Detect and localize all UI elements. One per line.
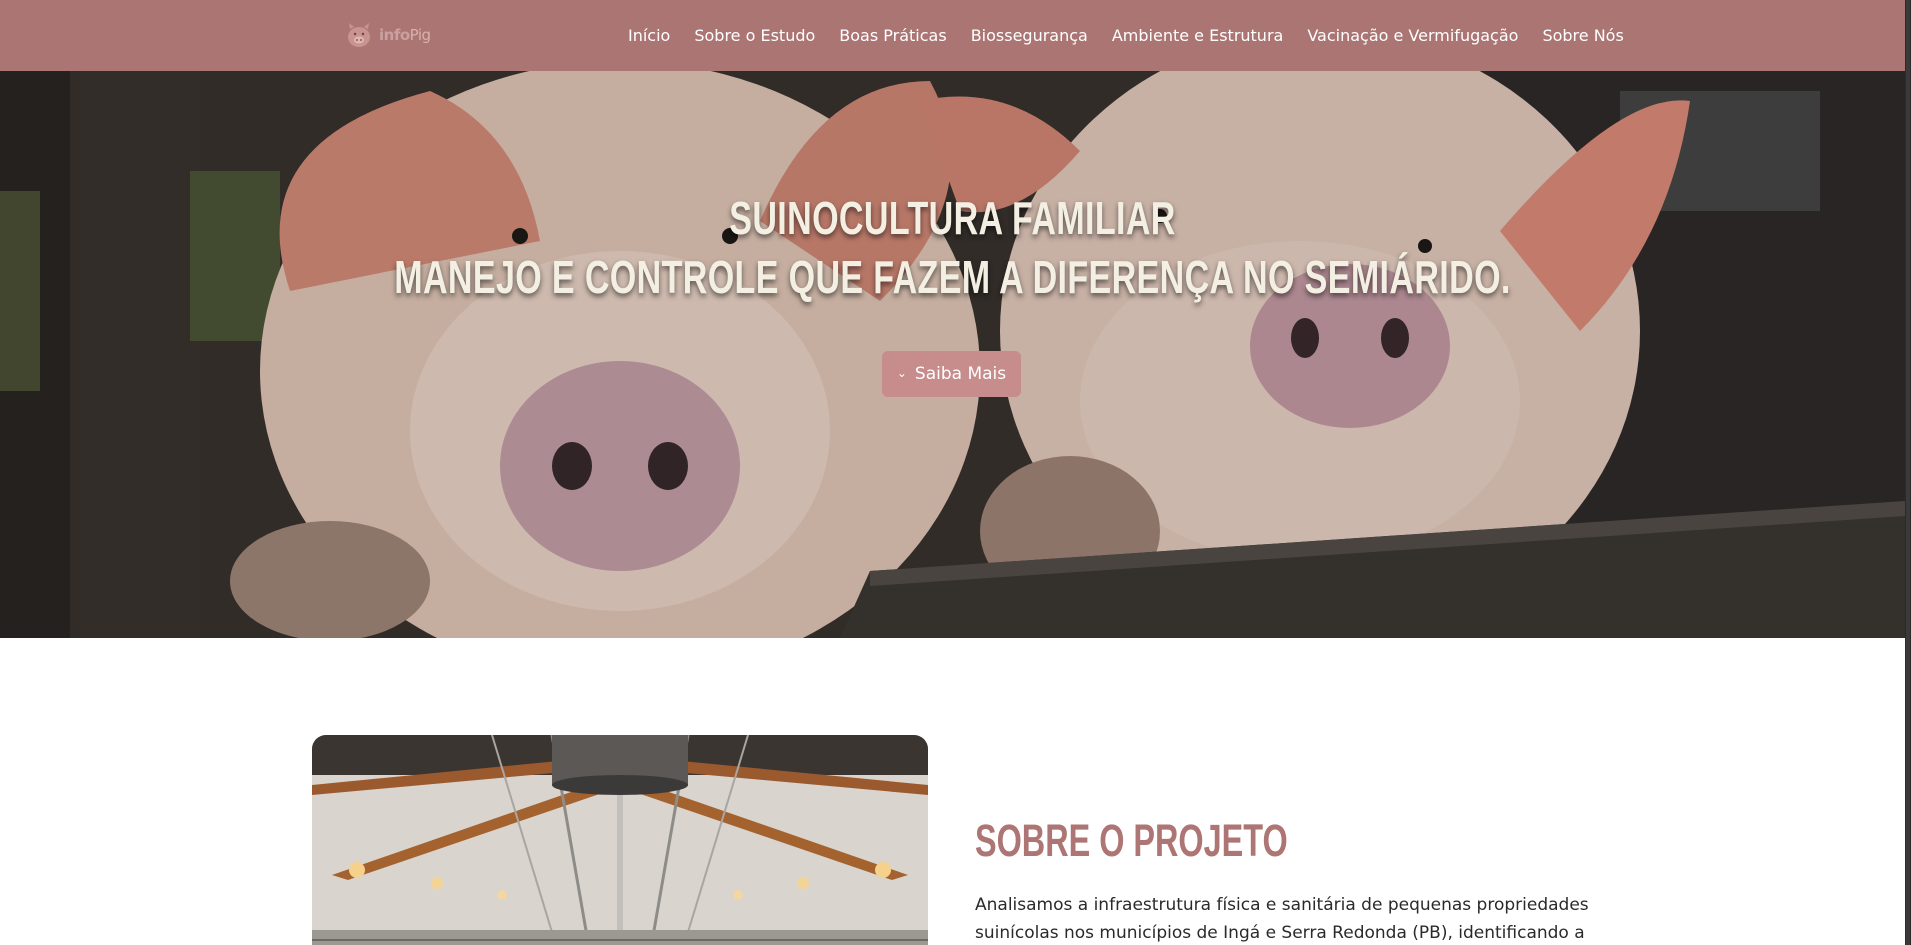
about-description: Analisamos a infraestrutura física e san… [975,895,1589,943]
nav-item-boas-praticas[interactable]: Boas Práticas [839,26,946,45]
barn-interior-illustration [312,735,928,945]
hero-title-line-1: Suinocultura familiar [729,192,1176,244]
about-title: Sobre o Projeto [975,815,1288,866]
logo-text: infoPig [379,26,431,44]
nav-item-sobre-nos[interactable]: Sobre Nós [1542,26,1623,45]
scrollbar[interactable] [1905,0,1911,945]
navbar: infoPig Início Sobre o Estudo Boas Práti… [0,0,1905,71]
nav-item-vacinacao-e-vermifugacao[interactable]: Vacinação e Vermifugação [1307,26,1518,45]
main-nav: Início Sobre o Estudo Boas Práticas Bios… [628,0,1624,71]
nav-item-biosseguranca[interactable]: Biossegurança [971,26,1088,45]
about-image [312,735,928,945]
nav-item-ambiente-e-estrutura[interactable]: Ambiente e Estrutura [1112,26,1283,45]
hero-title-line-2: Manejo e controle que fazem a diferença … [394,251,1511,303]
logo[interactable]: infoPig [343,17,431,53]
chevron-down-icon: ⌄ [896,366,907,380]
saiba-mais-label: Saiba Mais [914,364,1007,384]
scrollbar-thumb[interactable] [1906,0,1910,945]
saiba-mais-button[interactable]: ⌄ Saiba Mais [882,351,1021,397]
page: infoPig Início Sobre o Estudo Boas Práti… [0,0,1905,945]
nav-item-inicio[interactable]: Início [628,26,670,45]
hero-section: Suinocultura familiar Manejo e controle … [0,71,1905,638]
pig-icon [348,23,370,47]
nav-item-sobre-o-estudo[interactable]: Sobre o Estudo [694,26,815,45]
